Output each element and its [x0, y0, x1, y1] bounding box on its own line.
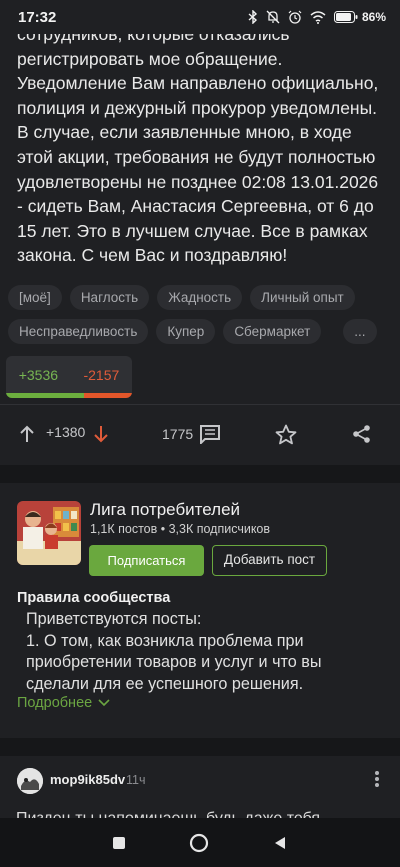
save-button[interactable]: [275, 424, 297, 445]
community-rules-text: Приветствуются посты: 1. О том, как возн…: [26, 610, 322, 693]
post-tags: [моё] Наглость Жадность Личный опыт Несп…: [8, 285, 392, 344]
post-actions-bar: +1380 1775: [0, 420, 400, 452]
tag[interactable]: Купер: [156, 319, 216, 344]
upvote-button[interactable]: [18, 424, 36, 444]
tag[interactable]: Наглость: [69, 285, 150, 310]
community-rules-title: Правила сообщества: [17, 590, 171, 606]
rating-positive-fill: [6, 393, 85, 398]
tag[interactable]: [моё]: [8, 285, 62, 310]
comment-icon: [200, 425, 221, 444]
rating-ratio-bar: [6, 393, 132, 398]
rating-plus-count: +3536: [18, 367, 59, 383]
home-icon[interactable]: [189, 833, 209, 853]
tag[interactable]: Сбермаркет: [223, 319, 322, 344]
comments-button[interactable]: 1775: [162, 424, 221, 444]
comment-author[interactable]: mop9ik85dv: [50, 772, 125, 787]
rating-negative-fill: [84, 393, 132, 398]
back-icon[interactable]: [272, 835, 288, 851]
community-avatar[interactable]: [17, 501, 81, 565]
tags-more-button[interactable]: ...: [343, 319, 377, 344]
system-nav-bar: [0, 818, 400, 867]
community-title[interactable]: Лига потребителей: [90, 500, 240, 520]
more-vertical-icon: [375, 771, 379, 787]
downvote-button[interactable]: [92, 424, 110, 444]
tag[interactable]: Несправедливость: [8, 319, 149, 344]
battery-percent: 86%: [361, 10, 386, 24]
comment-author-avatar[interactable]: [17, 768, 43, 794]
comment-time: 11ч: [126, 773, 146, 787]
status-icons: 86%: [248, 10, 386, 24]
share-button[interactable]: [352, 424, 372, 444]
community-stats: 1,1К постов • 3,3К подписчиков: [90, 522, 271, 536]
arrow-down-icon: [94, 426, 108, 443]
recents-icon[interactable]: [112, 836, 126, 850]
comment-menu-button[interactable]: [374, 770, 380, 793]
tag[interactable]: Личный опыт: [250, 285, 355, 310]
section-separator: [0, 465, 400, 483]
subscribe-button[interactable]: Подписаться: [89, 545, 204, 576]
tag[interactable]: Жадность: [157, 285, 243, 310]
add-post-button[interactable]: Добавить пост: [212, 545, 327, 576]
rating-breakdown-popup: +3536 -2157: [6, 356, 132, 398]
rating-minus-count: -2157: [83, 367, 120, 383]
section-separator: [0, 738, 400, 756]
wifi-icon: [310, 10, 326, 24]
mute-bell-icon: [266, 10, 280, 24]
status-time: 17:32: [18, 8, 57, 26]
battery: 86%: [333, 10, 386, 24]
arrow-up-icon: [20, 425, 34, 442]
post-body-text: сотрудников, которые отказались регистри…: [17, 24, 379, 266]
share-icon: [353, 425, 370, 443]
bluetooth-icon: [248, 10, 257, 24]
star-icon: [275, 424, 297, 445]
post-rating: +1380: [46, 424, 86, 440]
battery-icon: [333, 11, 358, 23]
show-more-link[interactable]: Подробнее: [17, 695, 110, 711]
divider: [0, 404, 400, 405]
alarm-icon: [288, 10, 302, 24]
comments-count: 1775: [162, 426, 194, 442]
status-bar: 17:32 86%: [0, 0, 400, 34]
chevron-down-icon: [98, 699, 110, 707]
